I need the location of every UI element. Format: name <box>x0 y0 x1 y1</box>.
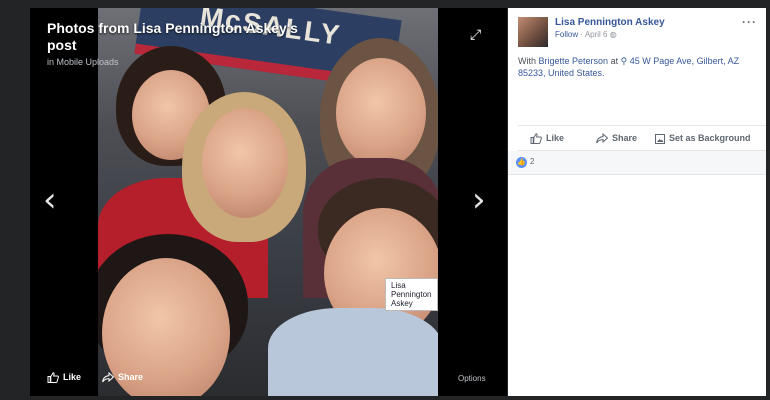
at-word: at <box>608 56 621 66</box>
follow-link[interactable]: Follow <box>555 30 578 39</box>
more-options-icon[interactable]: ··· <box>742 15 757 29</box>
album-subtitle[interactable]: in Mobile Uploads <box>47 57 119 67</box>
face-shape <box>202 108 288 218</box>
next-photo-chevron-icon[interactable]: › <box>472 183 486 217</box>
like-label: Like <box>63 372 82 382</box>
share-button[interactable]: Share <box>102 372 143 383</box>
post-share-button[interactable]: Share <box>596 133 637 144</box>
location-pin-icon: ⚲ <box>620 56 628 66</box>
post-like-label: Like <box>546 133 565 143</box>
set-as-background-button[interactable]: Set as Background <box>655 133 751 144</box>
post-meta: Follow · April 6 ◍ <box>555 30 617 39</box>
post-details-panel: Lisa Pennington Askey Follow · April 6 ◍… <box>508 8 766 396</box>
post-actions-bar: Like Share Set as Background <box>518 125 766 151</box>
post-text: With Brigette Peterson at ⚲ 45 W Page Av… <box>518 55 758 79</box>
photo-album-title[interactable]: Photos from Lisa Pennington Askey's post <box>47 20 317 54</box>
face-shape <box>336 58 426 168</box>
reaction-count[interactable]: 2 <box>530 157 534 166</box>
photo-viewer-overlay: McSALLY Lisa Pennington Askey Photos fro… <box>0 0 770 400</box>
photo-stage: McSALLY Lisa Pennington Askey Photos fro… <box>30 8 507 396</box>
photo-bottom-bar: Like Share Options <box>30 364 507 396</box>
image-frame-icon <box>655 133 665 144</box>
share-arrow-icon <box>596 133 608 144</box>
share-arrow-icon <box>102 372 114 383</box>
group-selfie-photo[interactable]: McSALLY Lisa Pennington Askey <box>98 8 438 396</box>
avatar[interactable] <box>518 17 548 47</box>
like-button[interactable]: Like <box>47 372 82 384</box>
photo-tag[interactable]: Lisa Pennington Askey <box>385 278 438 311</box>
author-name-link[interactable]: Lisa Pennington Askey <box>555 17 665 28</box>
thumbs-up-icon <box>530 133 542 145</box>
tagged-friend-link[interactable]: Brigette Peterson <box>539 56 609 66</box>
post-share-label: Share <box>612 133 638 143</box>
globe-icon: ◍ <box>609 30 617 39</box>
previous-photo-chevron-icon[interactable]: ‹ <box>43 183 57 217</box>
fullscreen-expand-icon[interactable]: ⤢ <box>470 26 481 43</box>
with-prefix: With <box>518 56 539 66</box>
post-like-button[interactable]: Like <box>530 133 565 145</box>
like-reaction-icon: 👍 <box>516 157 527 168</box>
reactions-row[interactable]: 👍 2 <box>508 151 766 175</box>
share-label: Share <box>118 372 144 382</box>
thumbs-up-icon <box>47 372 59 384</box>
options-button[interactable]: Options <box>458 374 486 383</box>
background-label: Set as Background <box>669 133 751 143</box>
post-date[interactable]: April 6 <box>585 30 608 39</box>
